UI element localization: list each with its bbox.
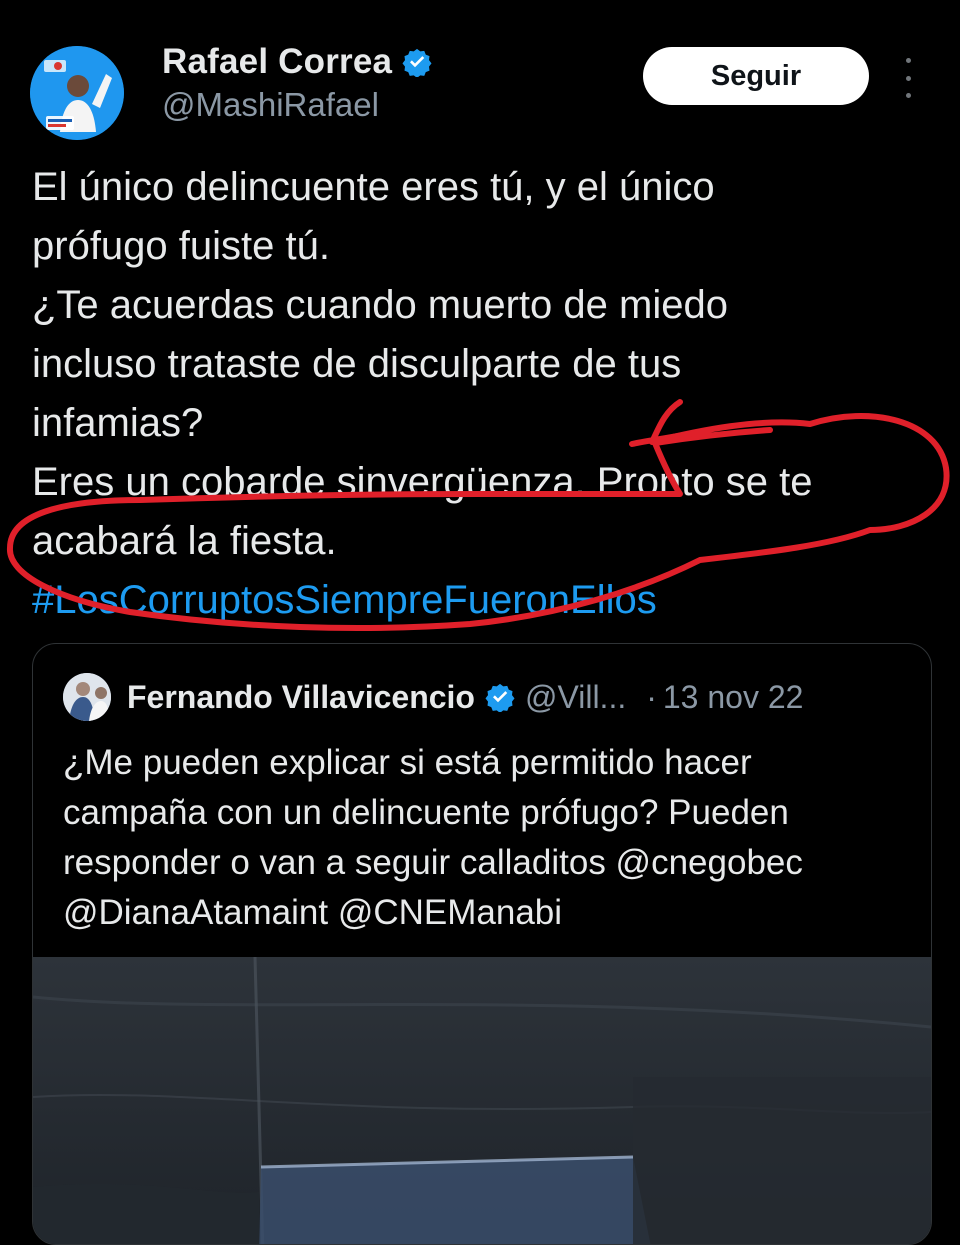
tweet-text-line: incluso trataste de disculparte de tus bbox=[32, 342, 682, 386]
verified-badge-icon bbox=[402, 48, 432, 77]
tweet-text-line: acabará la fiesta. bbox=[32, 519, 337, 563]
author-avatar[interactable] bbox=[30, 46, 124, 140]
quoted-text-line: @DianaAtamaint @CNEManabi bbox=[63, 893, 563, 932]
follow-button[interactable]: Seguir bbox=[643, 47, 869, 105]
tweet: Rafael Correa @MashiRafael Seguir El úni… bbox=[0, 0, 960, 1245]
quoted-tweet-text: ¿Me pueden explicar si está permitido ha… bbox=[63, 738, 913, 938]
tweet-text-line: El único delincuente eres tú, y el único bbox=[32, 165, 715, 209]
more-options-icon[interactable] bbox=[896, 58, 920, 98]
tweet-text-line: prófugo fuiste tú. bbox=[32, 224, 330, 268]
author-name[interactable]: Rafael Correa bbox=[162, 42, 392, 82]
author-name-row: Rafael Correa bbox=[162, 40, 432, 84]
quoted-tweet[interactable]: Fernando Villavicencio @Vill... · 13 nov… bbox=[32, 643, 932, 1245]
author-avatar-image bbox=[30, 46, 124, 140]
quoted-author-name[interactable]: Fernando Villavicencio bbox=[127, 679, 475, 716]
author-handle[interactable]: @MashiRafael bbox=[162, 86, 379, 124]
tweet-text-line: infamias? bbox=[32, 401, 204, 445]
separator-dot: · bbox=[646, 678, 657, 715]
quoted-tweet-media[interactable] bbox=[33, 956, 931, 1244]
tweet-text: El único delincuente eres tú, y el único… bbox=[32, 158, 932, 630]
quoted-author-handle[interactable]: @Vill... bbox=[525, 679, 626, 716]
tweet-text-line: ¿Te acuerdas cuando muerto de miedo bbox=[32, 283, 728, 327]
tweet-text-line: Eres un cobarde sinvergüenza. Pronto se … bbox=[32, 460, 813, 504]
more-dot bbox=[905, 93, 911, 98]
quoted-author-avatar-image bbox=[63, 673, 111, 721]
quoted-text-line: ¿Me pueden explicar si está permitido ha… bbox=[63, 743, 752, 782]
quoted-text-line: campaña con un delincuente prófugo? Pued… bbox=[63, 793, 789, 832]
quoted-author-avatar[interactable] bbox=[63, 673, 111, 721]
more-dot bbox=[905, 58, 911, 63]
quoted-tweet-date[interactable]: 13 nov 22 bbox=[663, 679, 804, 716]
hashtag-link[interactable]: #LosCorruptosSiempreFueronEllos bbox=[32, 571, 932, 630]
quoted-tweet-header: Fernando Villavicencio @Vill... · 13 nov… bbox=[63, 672, 803, 722]
media-photo bbox=[33, 956, 931, 1244]
quoted-text-line: responder o van a seguir calladitos @cne… bbox=[63, 843, 803, 882]
verified-badge-icon bbox=[485, 683, 515, 712]
more-dot bbox=[905, 75, 911, 81]
